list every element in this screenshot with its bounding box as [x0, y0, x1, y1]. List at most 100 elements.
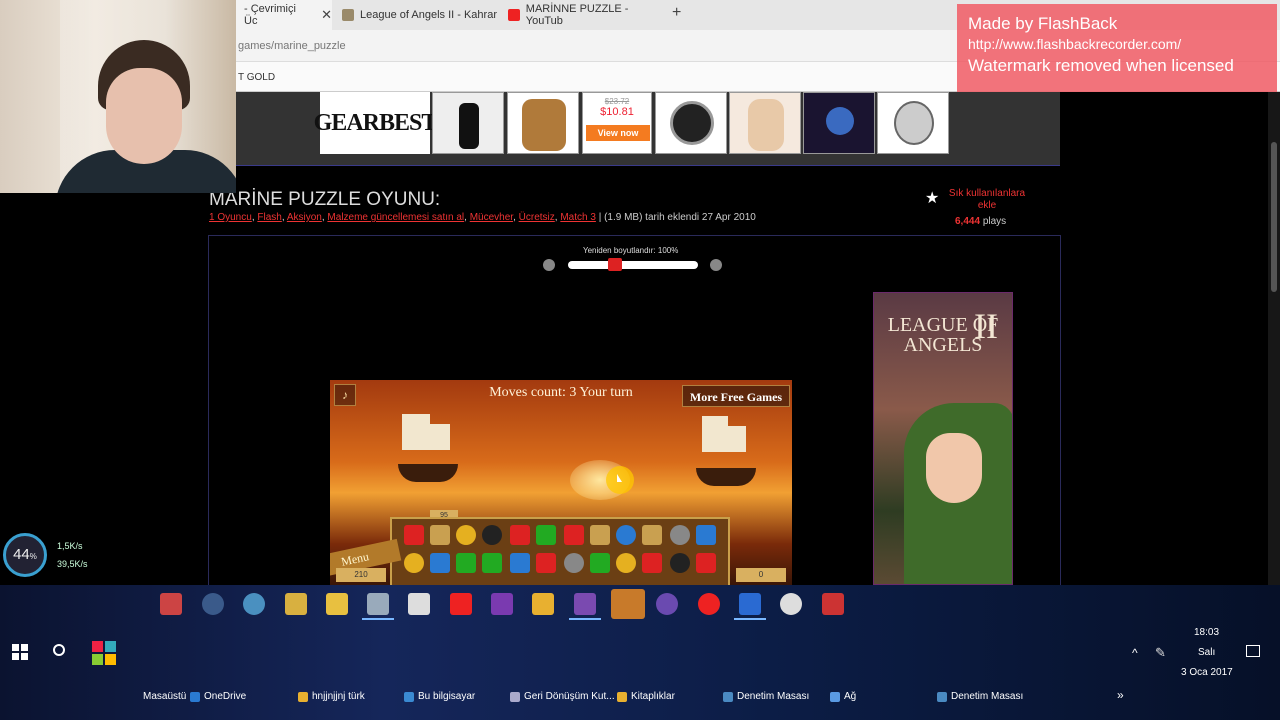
gem[interactable]: [642, 525, 662, 545]
scroll-thumb[interactable]: [1271, 142, 1277, 292]
folder-icon[interactable]: [532, 593, 554, 615]
pen-icon[interactable]: ✎: [1155, 645, 1166, 661]
gem[interactable]: [430, 525, 450, 545]
ad-product-band[interactable]: [432, 92, 504, 154]
gem[interactable]: [430, 553, 450, 573]
gem[interactable]: [670, 553, 690, 573]
gem[interactable]: [456, 553, 476, 573]
toolbar-item-folder[interactable]: hnjjnjjnj türk: [298, 691, 365, 702]
toolbar-item-libraries[interactable]: Kitaplıklar: [617, 691, 675, 702]
ad-product-watch-blue[interactable]: [803, 92, 875, 154]
gem[interactable]: [564, 553, 584, 573]
toolbar-item-recycle-bin[interactable]: Geri Dönüşüm Kut...: [510, 691, 615, 702]
toolbar-item-control-panel[interactable]: Denetim Masası: [723, 691, 809, 702]
zoom-out-icon[interactable]: [543, 259, 555, 271]
clock-time[interactable]: 18:03: [1194, 627, 1219, 638]
app-icon[interactable]: [780, 593, 802, 615]
more-games-button[interactable]: More Free Games: [682, 385, 790, 407]
steam-icon[interactable]: [202, 593, 224, 615]
gem[interactable]: [616, 553, 636, 573]
tab-label: MARİNNE PUZZLE - YouTub: [525, 3, 629, 27]
photos-icon[interactable]: [408, 593, 430, 615]
gem[interactable]: [670, 525, 690, 545]
gem[interactable]: [536, 553, 556, 573]
app-icon[interactable]: [656, 593, 678, 615]
gem[interactable]: [510, 525, 530, 545]
app-icon[interactable]: [367, 593, 389, 615]
gem[interactable]: [590, 525, 610, 545]
start-icon[interactable]: [12, 644, 28, 660]
chevron-up-icon[interactable]: ^: [1132, 646, 1138, 660]
gem[interactable]: [510, 553, 530, 573]
gem[interactable]: [536, 525, 556, 545]
league-of-legends-icon[interactable]: [611, 589, 645, 619]
app-icon[interactable]: [160, 593, 182, 615]
tag-link[interactable]: 1 Oyuncu: [209, 212, 252, 223]
recorder-watermark: Made by FlashBack http://www.flashbackre…: [957, 4, 1277, 92]
ad-banner[interactable]: GEARBEST $23.72 $10.81 View now: [236, 92, 1060, 166]
zoom-in-icon[interactable]: [710, 259, 722, 271]
clock-date[interactable]: 3 Oca 2017: [1181, 667, 1233, 678]
yandex-browser-icon[interactable]: [698, 593, 720, 615]
ad-product-deal[interactable]: $23.72 $10.81 View now: [582, 92, 652, 154]
toolbar-item-this-pc[interactable]: Bu bilgisayar: [404, 691, 475, 702]
gem[interactable]: [456, 525, 476, 545]
yandex-icon[interactable]: [450, 593, 472, 615]
app-icon[interactable]: [285, 593, 307, 615]
game-canvas[interactable]: ♪ Moves count: 3 Your turn More Free Gam…: [330, 380, 792, 585]
browser-app-icon[interactable]: [243, 593, 265, 615]
search-icon[interactable]: [53, 644, 65, 656]
download-speed: 39,5K/s: [57, 559, 88, 569]
gem[interactable]: [590, 553, 610, 573]
gem[interactable]: [482, 525, 502, 545]
gem[interactable]: [642, 553, 662, 573]
toolbar-item-control-panel-2[interactable]: Denetim Masası: [937, 691, 1023, 702]
library-icon: [617, 691, 627, 702]
address-text[interactable]: games/marine_puzzle: [238, 40, 346, 52]
gem[interactable]: [696, 525, 716, 545]
slider-handle[interactable]: [608, 258, 622, 271]
tag-link[interactable]: Mücevher: [470, 212, 513, 223]
toolbar-more-button[interactable]: »: [1117, 688, 1124, 702]
ad-product-apparel[interactable]: [729, 92, 801, 154]
toolbar-item-network[interactable]: Ağ: [830, 691, 856, 702]
notification-icon[interactable]: [1246, 645, 1260, 657]
gem[interactable]: [482, 553, 502, 573]
tag-link[interactable]: Flash: [257, 212, 281, 223]
favorites-item[interactable]: T GOLD: [238, 72, 275, 83]
ad-product-watch-silver[interactable]: [877, 92, 949, 154]
vertical-scrollbar[interactable]: [1268, 92, 1280, 585]
gem[interactable]: [404, 525, 424, 545]
toolbar-item-onedrive[interactable]: OneDrive: [190, 691, 246, 702]
app-icon[interactable]: [822, 593, 844, 615]
gem[interactable]: [564, 525, 584, 545]
app-icon[interactable]: [574, 593, 596, 615]
onenote-icon[interactable]: [491, 593, 513, 615]
league-of-angels-ad[interactable]: LEAGUE OF ANGELS II: [873, 292, 1013, 585]
tab-youtube[interactable]: MARİNNE PUZZLE - YouTub: [500, 0, 666, 30]
gem-board[interactable]: [390, 517, 730, 585]
toolbar-item-desktop[interactable]: Masaüstü: [143, 691, 186, 702]
tiles-icon[interactable]: [92, 641, 116, 665]
tag-link[interactable]: Malzeme güncellemesi satın al: [327, 212, 464, 223]
app-icon[interactable]: [326, 593, 348, 615]
favorites-label[interactable]: Sık kullanılanlara ekle: [947, 188, 1027, 212]
star-icon[interactable]: ★: [925, 188, 939, 208]
gem[interactable]: [616, 525, 636, 545]
tag-link[interactable]: Ücretsiz: [519, 212, 555, 223]
tab-cevrimici[interactable]: - Çevrimiçi Üc ✕: [236, 0, 332, 30]
ad-product-watch-gold[interactable]: [507, 92, 579, 154]
new-tab-button[interactable]: +: [672, 4, 681, 22]
tag-link[interactable]: Aksiyon: [287, 212, 322, 223]
resize-slider[interactable]: [568, 261, 698, 269]
tag-link[interactable]: Match 3: [560, 212, 596, 223]
close-icon[interactable]: ✕: [321, 7, 332, 23]
clock-day[interactable]: Salı: [1198, 647, 1215, 658]
view-now-button[interactable]: View now: [586, 125, 650, 141]
edge-icon[interactable]: [739, 593, 761, 615]
gearbest-logo[interactable]: GEARBEST: [314, 92, 437, 154]
tab-league-of-angels[interactable]: League of Angels II - Kahrar: [334, 0, 498, 30]
ad-product-smartwatch[interactable]: [655, 92, 727, 154]
gem[interactable]: [696, 553, 716, 573]
gem[interactable]: [404, 553, 424, 573]
